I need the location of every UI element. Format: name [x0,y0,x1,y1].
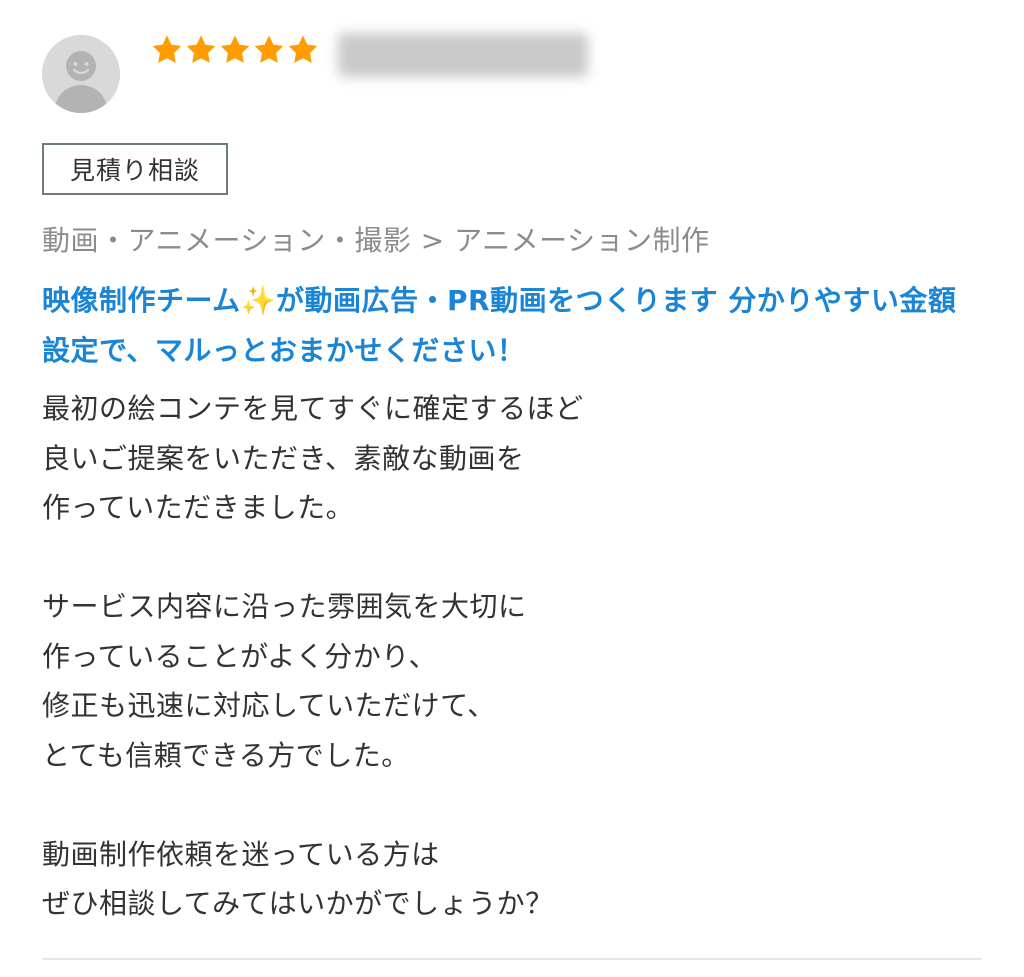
divider [42,958,982,960]
star-icon [286,33,320,73]
category-breadcrumb: 動画・アニメーション・撮影 > アニメーション制作 [42,224,710,257]
star-icon [218,33,252,73]
service-title-link[interactable]: 映像制作チーム✨が動画広告・PR動画をつくります 分かりやすい金額設定で、マルっ… [42,276,972,376]
review-body: 最初の絵コンテを見てすぐに確定するほど 良いご提案をいただき、素敵な動画を 作っ… [42,392,584,920]
star-icon [184,33,218,73]
star-rating [150,33,320,73]
review-card: 見積り相談 動画・アニメーション・撮影 > アニメーション制作 映像制作チーム✨… [42,0,982,977]
blurred-username [338,33,588,77]
user-avatar-icon [42,35,120,113]
estimate-consultation-tag: 見積り相談 [42,143,228,195]
star-icon [252,33,286,73]
star-icon [150,33,184,73]
